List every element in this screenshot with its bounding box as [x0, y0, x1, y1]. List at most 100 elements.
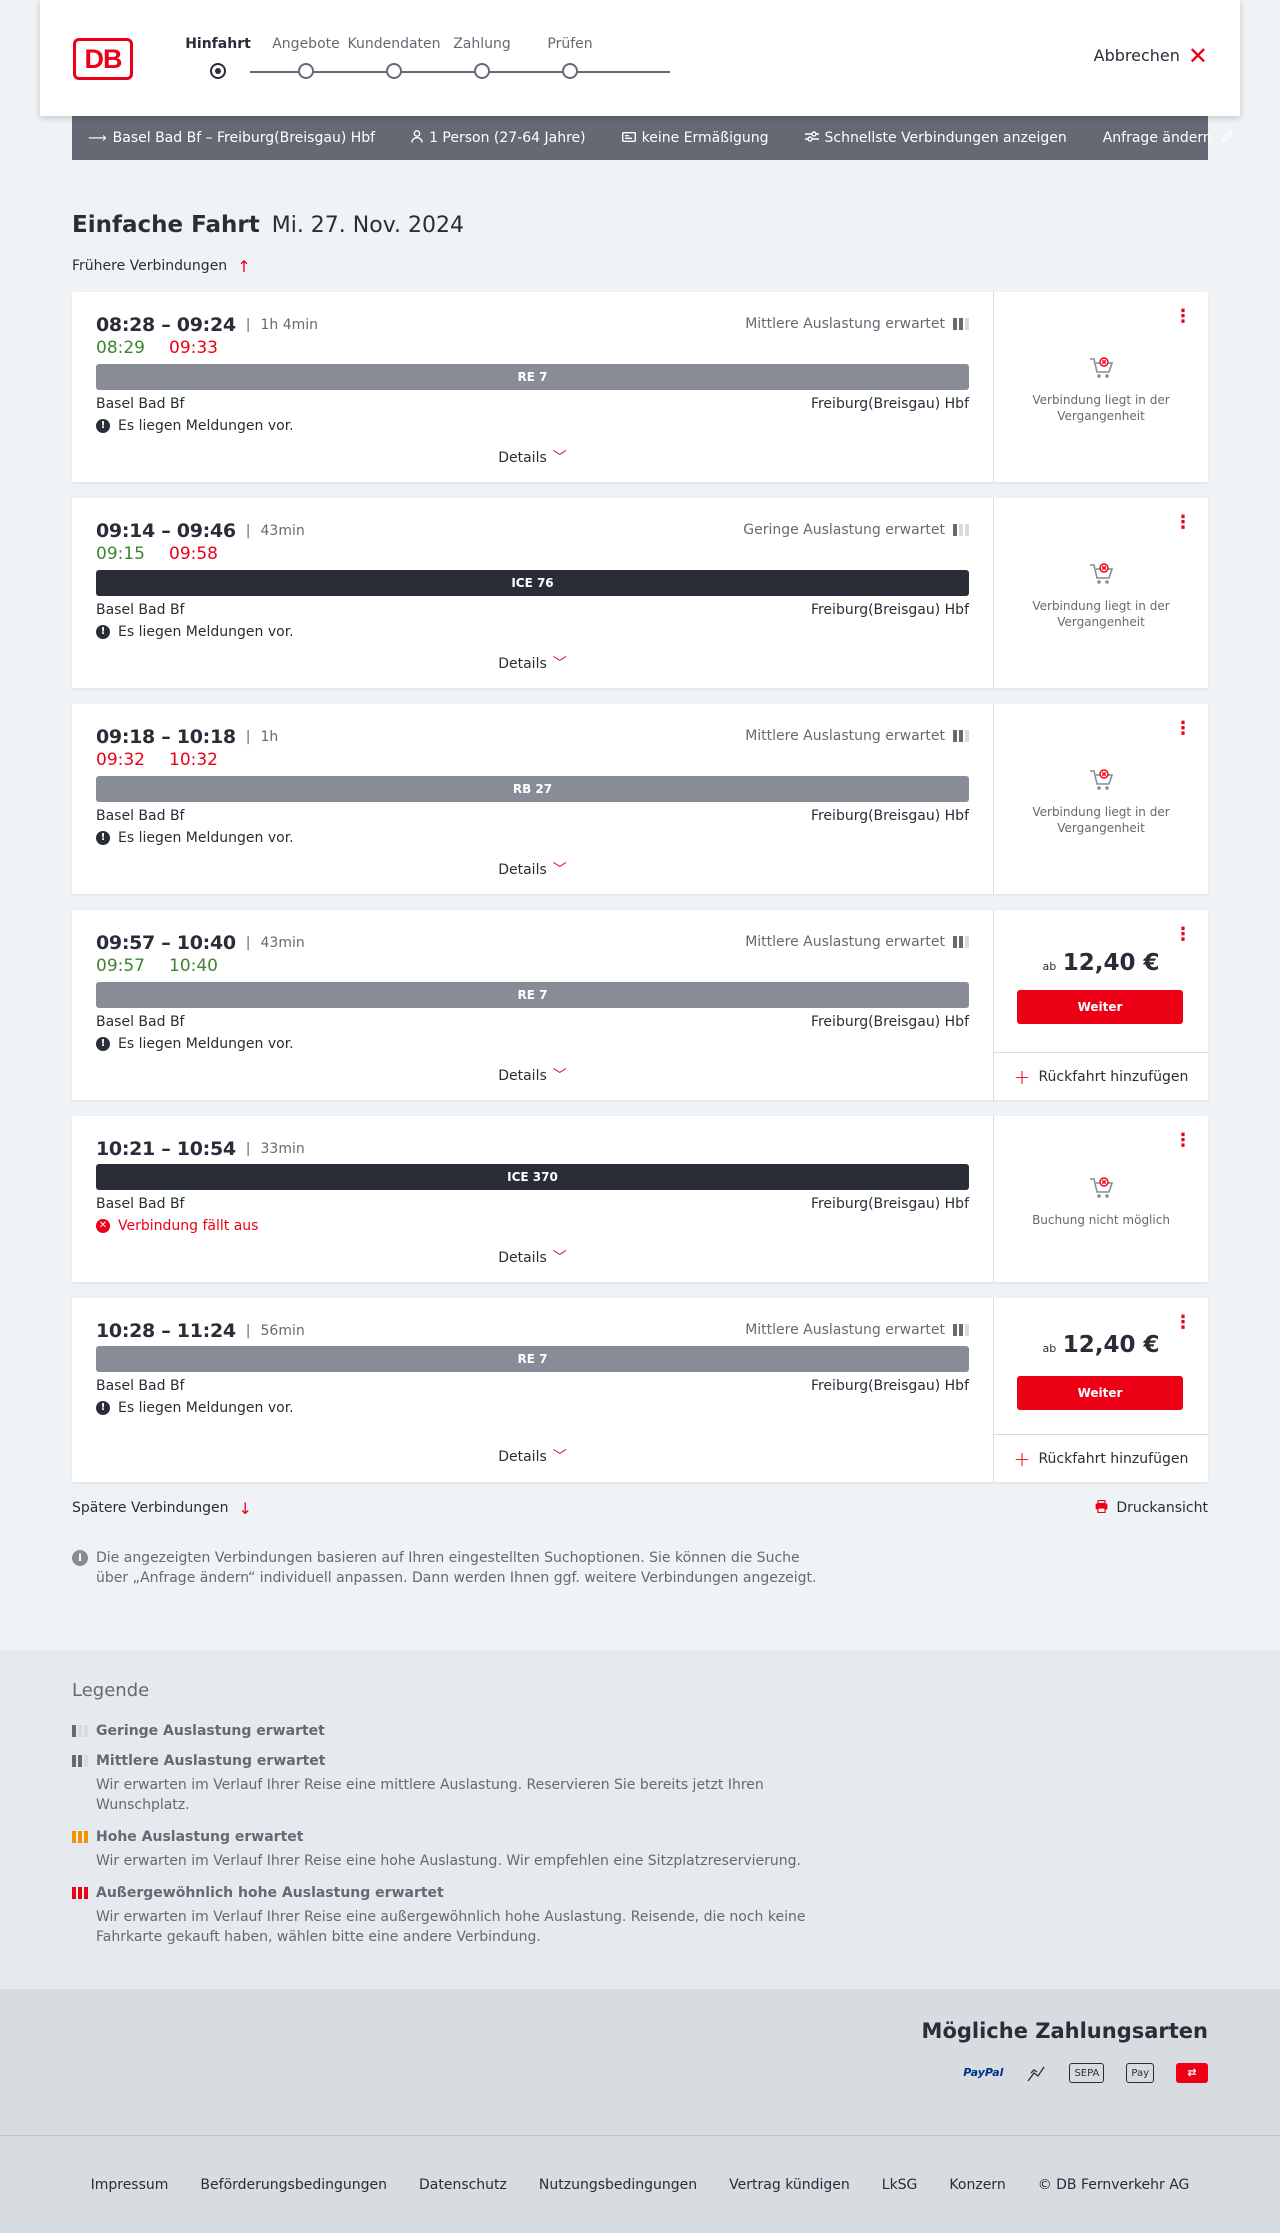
edit-search-label: Anfrage ändern: [1102, 130, 1212, 146]
booking-panel: ⋮ Verbindung liegt in der Vergangenheit: [993, 704, 1208, 894]
origin-station: Basel Bad Bf: [96, 1196, 185, 1212]
planned-times: 09:57 – 10:40: [96, 932, 236, 954]
connection-info: 08:28 – 09:24 | 1h 4min 08:29 09:33 Mitt…: [72, 292, 993, 482]
footer-link-nutzungsbedingungen[interactable]: Nutzungsbedingungen: [539, 2177, 697, 2193]
details-toggle[interactable]: Details ﹀: [72, 1065, 993, 1085]
train-bar[interactable]: ICE 76: [96, 570, 969, 596]
add-return-button[interactable]: + Rückfahrt hinzufügen: [994, 1052, 1208, 1100]
details-label: Details: [498, 862, 547, 878]
occupancy-low-icon: [953, 524, 969, 536]
search-discount[interactable]: keine Ermäßigung: [621, 130, 769, 146]
filter-sliders-icon: [804, 130, 819, 146]
realtime: 09:57 10:40: [96, 956, 218, 976]
details-toggle[interactable]: Details ﹀: [72, 653, 993, 673]
train-bar[interactable]: RE 7: [96, 364, 969, 390]
details-label: Details: [498, 1068, 547, 1084]
print-view-link[interactable]: Druckansicht: [1095, 1499, 1208, 1517]
occupancy-label: Mittlere Auslastung erwartet: [745, 728, 945, 744]
search-passengers[interactable]: 1 Person (27-64 Jahre): [411, 129, 586, 147]
legend-text: Wir erwarten im Verlauf Ihrer Reise eine…: [96, 1853, 801, 1869]
realtime: 09:32 10:32: [96, 750, 218, 770]
occupancy: Mittlere Auslastung erwartet: [745, 934, 969, 950]
cancel-button[interactable]: Abbrechen ✕: [1093, 44, 1208, 68]
legend-head: Mittlere Auslastung erwartet: [72, 1753, 1208, 1769]
pencil-icon: [1220, 129, 1234, 147]
duration: 43min: [260, 935, 305, 951]
main-content: Einfache Fahrt Mi. 27. Nov. 2024 Frühere…: [72, 212, 1208, 1588]
booking-panel: ⋮ Verbindung liegt in der Vergangenheit: [993, 498, 1208, 688]
separator: |: [245, 1323, 251, 1339]
later-connections-link[interactable]: Spätere Verbindungen ↓: [72, 1499, 252, 1518]
more-options-icon[interactable]: ⋮: [1174, 1312, 1192, 1333]
cart-unavailable-icon: [994, 354, 1208, 382]
connection-card: 09:57 – 10:40 | 43min 09:57 10:40 Mittle…: [72, 910, 1208, 1100]
discount-label: keine Ermäßigung: [641, 130, 769, 146]
db-payment-icon: ⇄: [1176, 2063, 1208, 2083]
duration: 1h: [260, 729, 279, 745]
alert-icon: !: [96, 419, 110, 433]
footer-link-befoerderungsbedingungen[interactable]: Beförderungsbedingungen: [200, 2177, 387, 2193]
earlier-label: Frühere Verbindungen: [72, 258, 228, 274]
step-dot: [386, 63, 402, 79]
progress-stepper: Hinfahrt Angebote Kundendaten Zahlung Pr…: [185, 34, 710, 84]
planned-times: 08:28 – 09:24: [96, 314, 236, 336]
train-bar[interactable]: ICE 370: [96, 1164, 969, 1190]
details-toggle[interactable]: Details ﹀: [72, 1446, 993, 1466]
cancel-label: Abbrechen: [1093, 46, 1180, 65]
person-icon: [411, 129, 423, 147]
search-route[interactable]: ⟶ Basel Bad Bf – Freiburg(Breisgau) Hbf: [88, 130, 375, 146]
db-logo[interactable]: DB: [73, 38, 133, 80]
connection-info: 10:21 – 10:54 | 33min ICE 370 Basel Bad …: [72, 1116, 993, 1282]
train-bar[interactable]: RB 27: [96, 776, 969, 802]
occupancy-high-icon: [72, 1831, 88, 1843]
occupancy: Mittlere Auslastung erwartet: [745, 728, 969, 744]
continue-button[interactable]: Weiter: [1017, 990, 1183, 1024]
connection-card: 09:18 – 10:18 | 1h 09:32 10:32 Mittlere …: [72, 704, 1208, 894]
notice-text: Es liegen Meldungen vor.: [118, 1400, 294, 1416]
more-options-icon[interactable]: ⋮: [1174, 512, 1192, 533]
occupancy-medium-icon: [953, 318, 969, 330]
details-toggle[interactable]: Details ﹀: [72, 1247, 993, 1267]
legend-label: Mittlere Auslastung erwartet: [96, 1753, 326, 1769]
train-bar[interactable]: RE 7: [96, 1346, 969, 1372]
alert-icon: !: [96, 625, 110, 639]
details-toggle[interactable]: Details ﹀: [72, 859, 993, 879]
footer-link-vertrag-kuendigen[interactable]: Vertrag kündigen: [729, 2177, 850, 2193]
add-return-button[interactable]: + Rückfahrt hinzufügen: [994, 1434, 1208, 1482]
details-toggle[interactable]: Details ﹀: [72, 447, 993, 467]
footer-link-lksg[interactable]: LkSG: [882, 2177, 918, 2193]
realtime-departure: 09:57: [96, 956, 145, 976]
search-options[interactable]: Schnellste Verbindungen anzeigen: [804, 130, 1067, 146]
add-return-label: Rückfahrt hinzufügen: [1038, 1450, 1189, 1467]
legend-item: Hohe Auslastung erwartet Wir erwarten im…: [72, 1829, 1208, 1871]
timeline: 08:28 – 09:24 | 1h 4min: [96, 314, 318, 336]
planned-times: 09:18 – 10:18: [96, 726, 236, 748]
train-bar[interactable]: RE 7: [96, 982, 969, 1008]
separator: |: [245, 1141, 251, 1157]
stations: Basel Bad Bf Freiburg(Breisgau) Hbf: [96, 1378, 969, 1394]
more-options-icon[interactable]: ⋮: [1174, 1130, 1192, 1151]
footer-link-datenschutz[interactable]: Datenschutz: [419, 2177, 507, 2193]
separator: |: [245, 523, 251, 539]
footer-link-konzern[interactable]: Konzern: [949, 2177, 1005, 2193]
legend-item: Geringe Auslastung erwartet: [72, 1723, 1208, 1739]
edit-search-button[interactable]: Anfrage ändern: [1103, 129, 1234, 147]
connection-card: 08:28 – 09:24 | 1h 4min 08:29 09:33 Mitt…: [72, 292, 1208, 482]
footer-link-impressum[interactable]: Impressum: [91, 2177, 169, 2193]
more-options-icon[interactable]: ⋮: [1174, 718, 1192, 739]
chevron-down-icon: ﹀: [552, 1449, 567, 1465]
list-footer: Spätere Verbindungen ↓ Druckansicht: [72, 1498, 1208, 1518]
stations: Basel Bad Bf Freiburg(Breisgau) Hbf: [96, 808, 969, 824]
step-label: Prüfen: [547, 36, 593, 52]
more-options-icon[interactable]: ⋮: [1174, 924, 1192, 945]
continue-button[interactable]: Weiter: [1017, 1376, 1183, 1410]
occupancy-medium-icon: [953, 1324, 969, 1336]
separator: |: [245, 317, 251, 333]
page-title: Einfache Fahrt Mi. 27. Nov. 2024: [72, 212, 1208, 242]
step-pruefen: Prüfen: [515, 34, 625, 79]
passengers-label: 1 Person (27-64 Jahre): [429, 130, 586, 146]
earlier-connections-link[interactable]: Frühere Verbindungen ↑: [72, 256, 251, 276]
more-options-icon[interactable]: ⋮: [1174, 306, 1192, 327]
legend-label: Geringe Auslastung erwartet: [96, 1723, 325, 1739]
cart-unavailable-icon: [994, 766, 1208, 794]
